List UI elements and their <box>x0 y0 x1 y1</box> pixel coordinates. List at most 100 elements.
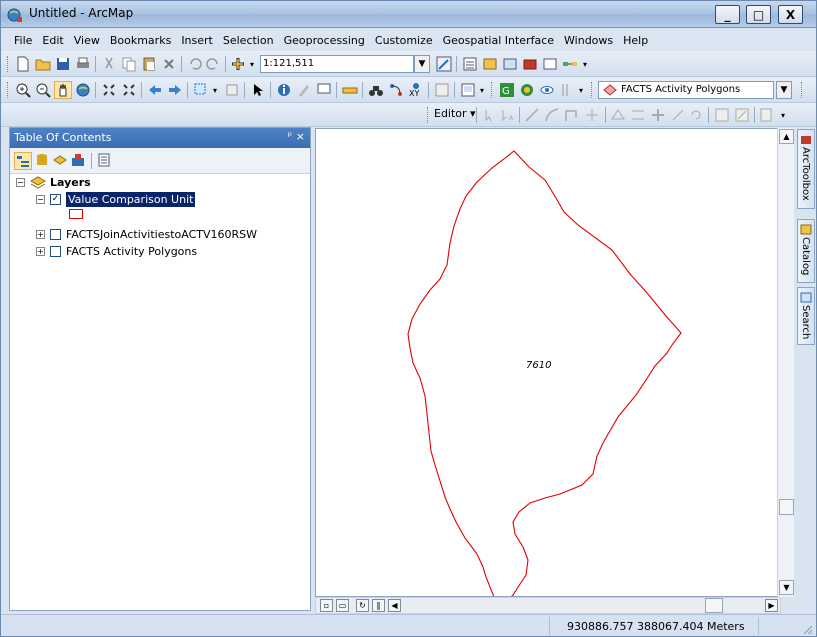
pause-drawing-icon[interactable]: ‖ <box>372 599 385 612</box>
sketch-properties-icon[interactable] <box>733 106 751 124</box>
layer-row-facts-activity-polygons[interactable]: + FACTS Activity Polygons <box>36 243 197 260</box>
scroll-right-icon[interactable]: ▶ <box>765 599 778 612</box>
toc-options-icon[interactable] <box>96 152 114 170</box>
toolbar-options-icon[interactable]: ▾ <box>477 81 487 99</box>
layer-row-value-comparison-unit[interactable]: − ✓ Value Comparison Unit <box>36 191 196 208</box>
end-point-arc-icon[interactable] <box>543 106 561 124</box>
layer-dropdown-arrow-icon[interactable]: ▼ <box>776 81 792 99</box>
arctoolbox-tab[interactable]: ArcToolbox <box>797 129 815 209</box>
menu-geospatial-interface[interactable]: Geospatial Interface <box>438 34 559 47</box>
python-window-icon[interactable] <box>541 55 559 73</box>
catalog-window-icon[interactable] <box>481 55 499 73</box>
cut-polygons-icon[interactable] <box>649 106 667 124</box>
list-by-source-icon[interactable] <box>34 152 52 170</box>
layer-symbol-swatch[interactable] <box>69 209 83 219</box>
select-elements-arrow-icon[interactable] <box>249 81 267 99</box>
time-slider-icon[interactable] <box>433 81 451 99</box>
edit-vertices-icon[interactable] <box>609 106 627 124</box>
fixed-zoom-out-icon[interactable] <box>120 81 138 99</box>
layer-visibility-checkbox[interactable] <box>50 246 61 257</box>
split-icon[interactable] <box>669 106 687 124</box>
toolbar-grip[interactable] <box>801 82 804 98</box>
resize-grip-icon[interactable] <box>801 623 813 635</box>
toolbar-grip[interactable] <box>7 82 10 98</box>
toc-close-icon[interactable]: × <box>296 130 305 143</box>
attributes-icon[interactable] <box>713 106 731 124</box>
geospatial-interface-icon[interactable]: G <box>498 81 516 99</box>
clear-selection-icon[interactable] <box>223 81 241 99</box>
list-by-visibility-icon[interactable] <box>52 152 70 170</box>
toolbar-grip[interactable] <box>491 82 494 98</box>
reshape-icon[interactable] <box>629 106 647 124</box>
close-button[interactable]: X <box>778 5 803 24</box>
menu-help[interactable]: Help <box>618 34 653 47</box>
list-by-selection-icon[interactable] <box>70 152 88 170</box>
point-icon[interactable] <box>583 106 601 124</box>
straight-segment-icon[interactable] <box>523 106 541 124</box>
new-document-icon[interactable] <box>14 55 32 73</box>
editor-toolbar-icon[interactable] <box>435 55 453 73</box>
delete-icon[interactable] <box>160 55 178 73</box>
go-back-icon[interactable] <box>146 81 164 99</box>
find-binoculars-icon[interactable] <box>367 81 385 99</box>
editor-menu[interactable]: Editor ▾ <box>434 107 476 120</box>
redo-icon[interactable] <box>204 55 222 73</box>
layer-label[interactable]: FACTSJoinActivitiestoACTV160RSW <box>66 228 257 241</box>
print-icon[interactable] <box>74 55 92 73</box>
scroll-up-icon[interactable]: ▲ <box>779 129 794 144</box>
table-of-contents-icon[interactable] <box>461 55 479 73</box>
menu-file[interactable]: File <box>9 34 37 47</box>
toolbar-options-icon[interactable]: ▾ <box>576 81 586 99</box>
create-features-icon[interactable] <box>758 106 776 124</box>
layer-row-factsjoin[interactable]: + FACTSJoinActivitiestoACTV160RSW <box>36 226 257 243</box>
minimize-button[interactable]: _ <box>715 5 740 24</box>
copy-icon[interactable] <box>120 55 138 73</box>
layer-label[interactable]: FACTS Activity Polygons <box>66 245 197 258</box>
menu-geoprocessing[interactable]: Geoprocessing <box>279 34 370 47</box>
collapse-icon[interactable]: − <box>16 178 25 187</box>
undo-icon[interactable] <box>186 55 204 73</box>
toc-header[interactable]: Table Of Contents ᵖ × <box>10 128 310 148</box>
scroll-down-icon[interactable]: ▼ <box>779 580 794 595</box>
create-viewer-window-icon[interactable] <box>459 81 477 99</box>
search-window-icon[interactable] <box>501 55 519 73</box>
menu-customize[interactable]: Customize <box>370 34 438 47</box>
zoom-in-icon[interactable] <box>14 81 32 99</box>
cut-icon[interactable] <box>100 55 118 73</box>
menu-view[interactable]: View <box>69 34 105 47</box>
menu-bookmarks[interactable]: Bookmarks <box>105 34 176 47</box>
go-forward-icon[interactable] <box>166 81 184 99</box>
layout-view-icon[interactable]: ▭ <box>336 599 349 612</box>
collapse-icon[interactable]: − <box>36 195 45 204</box>
swipe-icon[interactable] <box>556 81 574 99</box>
identify-icon[interactable] <box>275 81 293 99</box>
html-popup-icon[interactable] <box>315 81 333 99</box>
menu-insert[interactable]: Insert <box>176 34 218 47</box>
refresh-icon[interactable]: ↻ <box>356 599 369 612</box>
layer-label[interactable]: Value Comparison Unit <box>66 192 196 207</box>
search-tab[interactable]: Search <box>797 287 815 345</box>
measure-icon[interactable] <box>341 81 359 99</box>
full-extent-icon[interactable] <box>74 81 92 99</box>
select-dropdown-icon[interactable]: ▾ <box>210 81 220 99</box>
add-data-icon[interactable] <box>229 55 247 73</box>
menu-windows[interactable]: Windows <box>559 34 618 47</box>
paste-icon[interactable] <box>140 55 158 73</box>
expand-icon[interactable]: + <box>36 247 45 256</box>
rotate-icon[interactable] <box>687 106 705 124</box>
save-icon[interactable] <box>54 55 72 73</box>
menu-edit[interactable]: Edit <box>37 34 68 47</box>
layers-group-row[interactable]: − Layers <box>16 174 91 191</box>
select-features-icon[interactable] <box>192 81 210 99</box>
edit-annotation-icon[interactable]: A <box>499 106 517 124</box>
data-view-icon[interactable]: ▫ <box>320 599 333 612</box>
toolbar-grip[interactable] <box>7 56 10 72</box>
layer-select-combo[interactable]: FACTS Activity Polygons <box>598 81 774 99</box>
toolbar-grip[interactable] <box>427 107 430 123</box>
title-bar[interactable]: Untitled - ArcMap _ □ X <box>1 1 816 28</box>
arctoolbox-icon[interactable] <box>521 55 539 73</box>
scale-dropdown-arrow-icon[interactable]: ▼ <box>414 55 430 73</box>
list-by-drawing-order-icon[interactable] <box>14 152 32 170</box>
add-data-dropdown-icon[interactable]: ▾ <box>247 55 257 73</box>
model-builder-icon[interactable] <box>561 55 579 73</box>
